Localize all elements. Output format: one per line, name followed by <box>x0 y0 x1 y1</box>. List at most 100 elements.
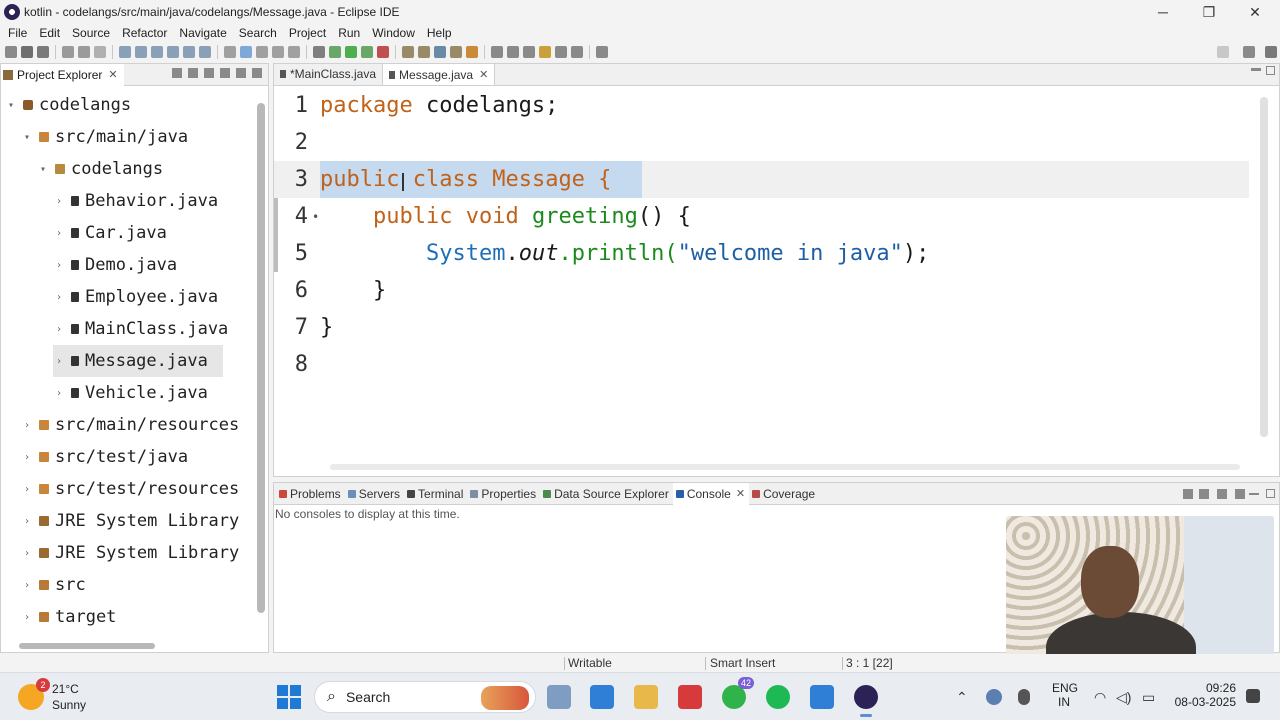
step-return-icon[interactable] <box>199 46 211 58</box>
save-icon[interactable] <box>21 46 33 58</box>
menu-edit[interactable]: Edit <box>35 26 68 40</box>
language-indicator[interactable]: ENG IN <box>1052 681 1078 709</box>
tab-project-explorer[interactable]: Project Explorer ✕ <box>1 63 124 86</box>
tree-item-src-test-java[interactable]: › src/test/java <box>21 441 188 473</box>
new-class-icon[interactable] <box>434 46 446 58</box>
close-console-icon[interactable]: ✕ <box>736 487 745 500</box>
restore-button[interactable]: ❐ <box>1186 0 1232 24</box>
forward-icon[interactable] <box>571 46 583 58</box>
explorer-horizontal-scrollbar[interactable] <box>15 642 255 650</box>
tab-properties[interactable]: Properties <box>467 483 540 505</box>
minimize-button[interactable]: ─ <box>1140 0 1186 24</box>
search-icon[interactable] <box>491 46 503 58</box>
tree-item-src-main-resources[interactable]: › src/main/resources <box>21 409 239 441</box>
code-area[interactable]: 1 package codelangs; 2 3 public class Me… <box>274 87 1249 455</box>
highlight-icon[interactable] <box>240 46 252 58</box>
expand-twisty-icon[interactable]: › <box>53 292 65 303</box>
tray-overflow-icon[interactable]: ⌃ <box>956 689 968 706</box>
expand-twisty-icon[interactable]: › <box>21 516 33 527</box>
weather-widget[interactable]: 2 21°C Sunny <box>18 678 86 713</box>
collapse-all-icon[interactable] <box>172 68 182 78</box>
back-icon[interactable] <box>555 46 567 58</box>
expand-twisty-icon[interactable]: › <box>53 260 65 271</box>
tree-item-car-java[interactable]: › Car.java <box>53 217 167 249</box>
explorer-vertical-scrollbar[interactable] <box>256 89 266 634</box>
minimize-view-icon[interactable] <box>236 68 246 78</box>
expand-twisty-icon[interactable]: › <box>53 228 65 239</box>
java-perspective-icon[interactable] <box>1265 46 1277 58</box>
tree-item-vehicle-java[interactable]: › Vehicle.java <box>53 377 208 409</box>
annotation-next-icon[interactable] <box>507 46 519 58</box>
notepad-icon[interactable] <box>810 685 834 709</box>
expand-twisty-icon[interactable]: › <box>21 452 33 463</box>
tree-item-src-test-resources[interactable]: › src/test/resources <box>21 473 239 505</box>
close-button[interactable]: ✕ <box>1232 0 1278 24</box>
expand-twisty-icon[interactable]: › <box>53 324 65 335</box>
expand-twisty-icon[interactable]: › <box>21 484 33 495</box>
code-line[interactable]: 8 <box>274 346 1249 383</box>
spotify-icon[interactable] <box>766 685 790 709</box>
tree-item-behavior-java[interactable]: › Behavior.java <box>53 185 218 217</box>
task-view-icon[interactable] <box>547 685 571 709</box>
code-line-current[interactable]: 3 public class Message { <box>274 161 1249 198</box>
tab-problems[interactable]: Problems <box>276 483 345 505</box>
editor-horizontal-scrollbar[interactable] <box>320 462 1250 472</box>
new-java-project-icon[interactable] <box>402 46 414 58</box>
menu-refactor[interactable]: Refactor <box>118 26 175 40</box>
new-package-icon[interactable] <box>418 46 430 58</box>
expand-twisty-icon[interactable]: › <box>53 388 65 399</box>
wifi-icon[interactable]: ◠ <box>1094 689 1106 706</box>
step-over-icon[interactable] <box>183 46 195 58</box>
menu-run[interactable]: Run <box>334 26 368 40</box>
view-menu-icon[interactable] <box>220 68 230 78</box>
expand-twisty-icon[interactable]: › <box>21 420 33 431</box>
expand-twisty-icon[interactable]: ▾ <box>5 100 17 111</box>
open-perspective-icon[interactable] <box>1243 46 1255 58</box>
tab-terminal[interactable]: Terminal <box>404 483 467 505</box>
taskbar-search-box[interactable]: ⌕ Search <box>314 681 536 713</box>
annotation-prev-icon[interactable] <box>523 46 535 58</box>
pin-console-icon[interactable] <box>1199 489 1209 499</box>
format-icon[interactable] <box>256 46 268 58</box>
quick-access-search-icon[interactable] <box>1217 46 1229 58</box>
tree-item-jre-system-library[interactable]: › JRE System Library <box>21 505 239 537</box>
expand-twisty-icon[interactable]: ▾ <box>21 132 33 143</box>
eclipse-taskbar-icon[interactable] <box>854 685 878 717</box>
code-line[interactable]: 7 } <box>274 309 1249 346</box>
clock[interactable]: 09:26 08-03-2025 <box>1174 681 1236 709</box>
scrollbar-thumb[interactable] <box>19 643 155 649</box>
code-line[interactable]: 5 System.out.println("welcome in java"); <box>274 235 1249 272</box>
minimize-view-icon[interactable] <box>1249 493 1259 495</box>
battery-icon[interactable]: ▭ <box>1142 689 1155 706</box>
save-all-icon[interactable] <box>37 46 49 58</box>
menu-source[interactable]: Source <box>68 26 118 40</box>
menu-navigate[interactable]: Navigate <box>175 26 234 40</box>
expand-twisty-icon[interactable]: › <box>53 196 65 207</box>
code-line[interactable]: 1 package codelangs; <box>274 87 1249 124</box>
minimize-editor-icon[interactable] <box>1251 68 1261 71</box>
maximize-view-icon[interactable] <box>1266 489 1275 498</box>
notifications-icon[interactable] <box>1246 689 1260 703</box>
maximize-editor-icon[interactable] <box>1266 66 1275 75</box>
expand-twisty-icon[interactable]: ▾ <box>37 164 49 175</box>
open-console-icon[interactable] <box>1183 489 1193 499</box>
show-whitespace-icon[interactable] <box>288 46 300 58</box>
open-type-icon[interactable] <box>450 46 462 58</box>
tab-data-source-explorer[interactable]: Data Source Explorer <box>540 483 673 505</box>
new-icon[interactable] <box>5 46 17 58</box>
menu-search[interactable]: Search <box>235 26 285 40</box>
code-line[interactable]: 6 } <box>274 272 1249 309</box>
code-line[interactable]: 2 <box>274 124 1249 161</box>
expand-twisty-icon[interactable]: › <box>21 580 33 591</box>
code-line[interactable]: 4 • public void greeting() { <box>274 198 1249 235</box>
editor-vertical-scrollbar[interactable] <box>1259 92 1269 452</box>
open-task-icon[interactable] <box>466 46 478 58</box>
tab-coverage[interactable]: Coverage <box>749 483 819 505</box>
scrollbar-thumb[interactable] <box>330 464 1240 470</box>
debug-icon[interactable] <box>329 46 341 58</box>
run-icon[interactable] <box>345 46 357 58</box>
debug-suspend-icon[interactable] <box>135 46 147 58</box>
close-project-explorer-icon[interactable]: ✕ <box>108 68 117 81</box>
close-tab-icon[interactable]: ✕ <box>479 68 488 81</box>
external-tools-icon[interactable] <box>377 46 389 58</box>
